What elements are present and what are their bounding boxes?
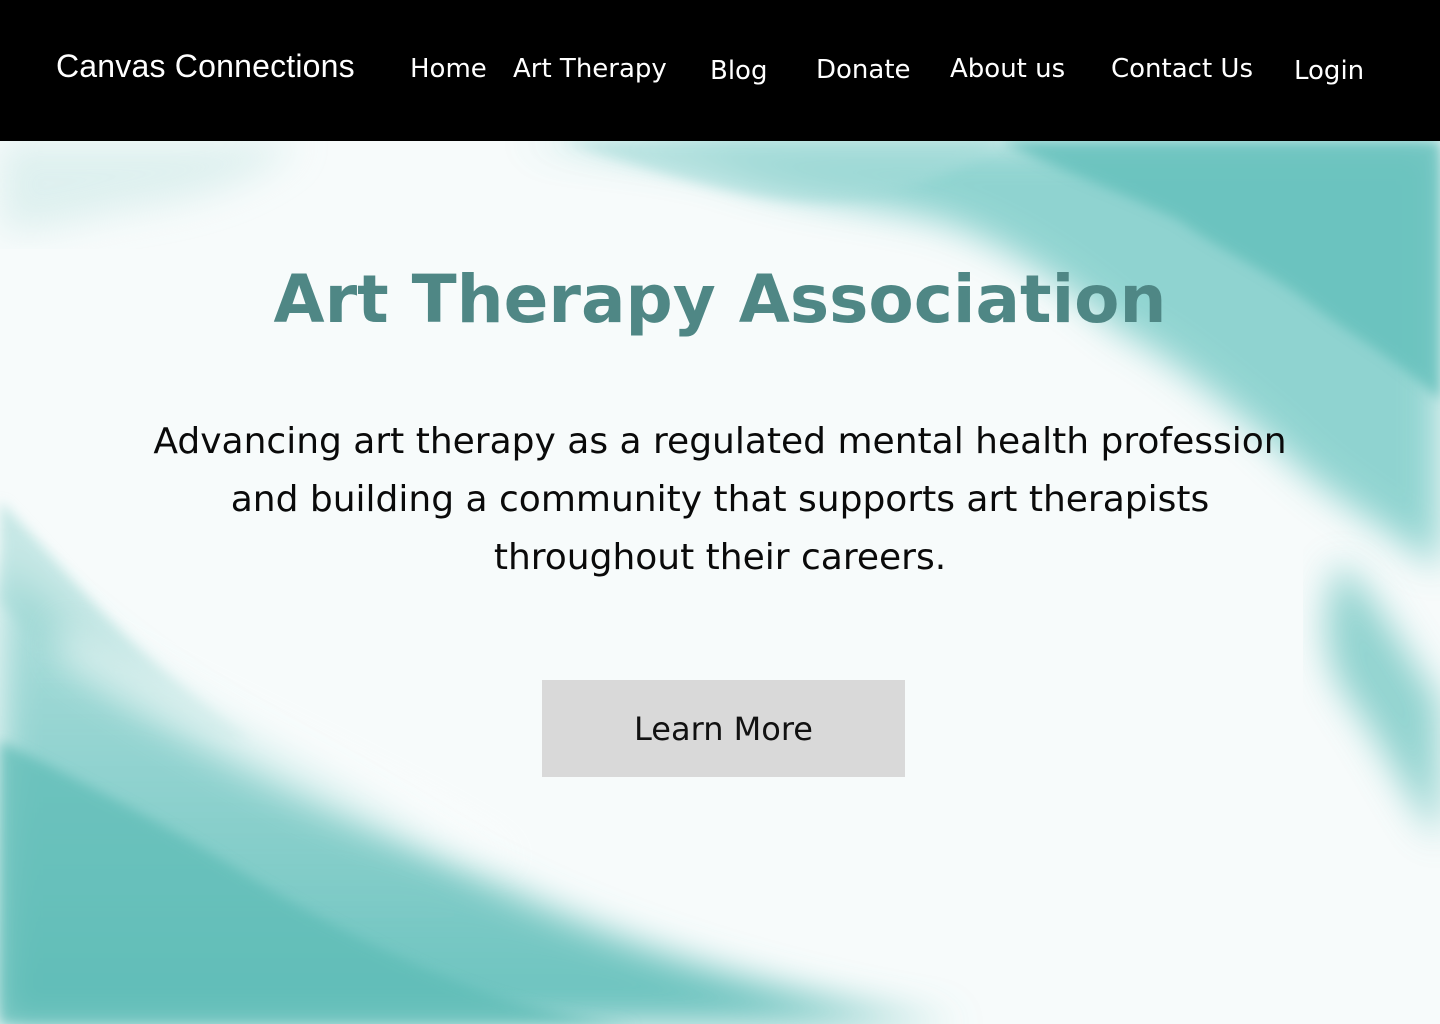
nav-contact-us[interactable]: Contact Us [1111, 54, 1253, 84]
nav-blog[interactable]: Blog [710, 56, 767, 86]
brand-name[interactable]: Canvas Connections [56, 48, 355, 85]
hero-tagline: Advancing art therapy as a regulated men… [153, 421, 1287, 578]
nav-home[interactable]: Home [410, 54, 487, 84]
nav-art-therapy[interactable]: Art Therapy [513, 54, 667, 84]
learn-more-button[interactable]: Learn More [542, 680, 905, 777]
page-title: Art Therapy Association [273, 261, 1167, 338]
site-header: Canvas Connections Home Art Therapy Blog… [0, 0, 1440, 141]
nav-login[interactable]: Login [1294, 56, 1364, 86]
nav-donate[interactable]: Donate [816, 55, 911, 85]
hero-section: Art Therapy Association Advancing art th… [0, 141, 1440, 1024]
nav-about-us[interactable]: About us [950, 54, 1065, 84]
